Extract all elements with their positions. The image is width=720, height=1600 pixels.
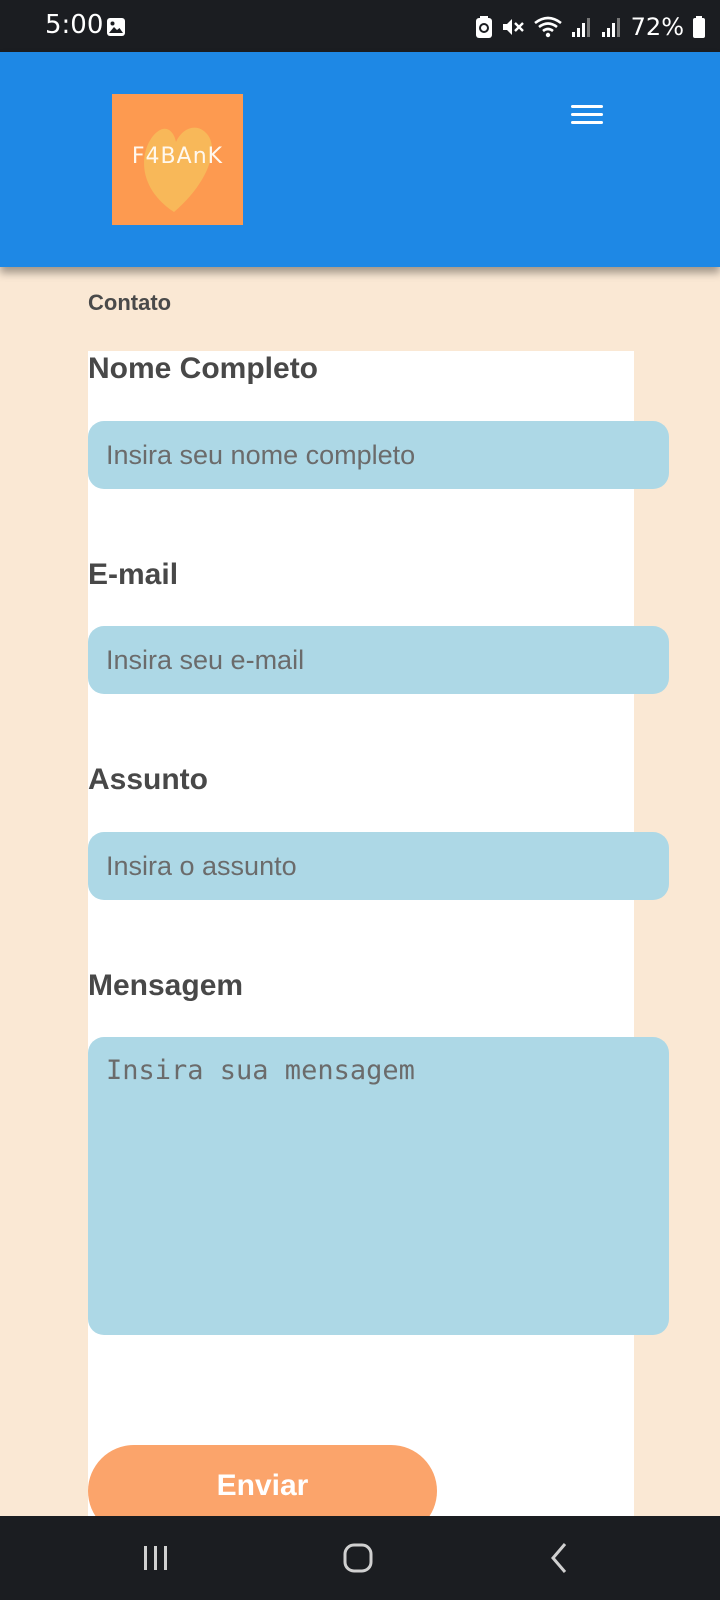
form-card	[88, 351, 634, 1516]
status-time: 5:00	[45, 10, 104, 40]
back-icon[interactable]	[538, 1538, 582, 1578]
subject-label: Assunto	[88, 763, 208, 796]
logo-text: F4BAnK	[131, 144, 224, 169]
f4bank-logo[interactable]: F4BAnK	[112, 94, 243, 225]
recents-icon[interactable]	[134, 1538, 178, 1578]
battery-saver-icon	[475, 16, 492, 38]
signal-icon	[601, 18, 620, 37]
signal-icon	[571, 18, 590, 37]
status-icons: 72%	[475, 12, 706, 42]
page-title: Contato	[88, 290, 172, 315]
home-icon[interactable]	[336, 1538, 380, 1578]
name-label: Nome Completo	[88, 352, 319, 385]
email-label: E-mail	[88, 558, 179, 591]
message-label: Mensagem	[88, 969, 244, 1002]
wifi-icon	[533, 16, 562, 38]
subject-input[interactable]	[88, 832, 669, 900]
name-input[interactable]	[88, 421, 669, 489]
email-input[interactable]	[88, 626, 669, 694]
system-nav-bar	[0, 1516, 720, 1600]
mute-icon	[502, 19, 524, 35]
hamburger-menu-icon[interactable]	[568, 100, 606, 130]
battery-icon	[693, 16, 705, 38]
app-header: F4BAnK	[0, 52, 720, 267]
battery-percent: 72%	[630, 13, 684, 41]
image-icon	[107, 18, 125, 36]
message-textarea[interactable]	[88, 1037, 669, 1335]
status-bar: 5:00 72%	[0, 0, 720, 52]
